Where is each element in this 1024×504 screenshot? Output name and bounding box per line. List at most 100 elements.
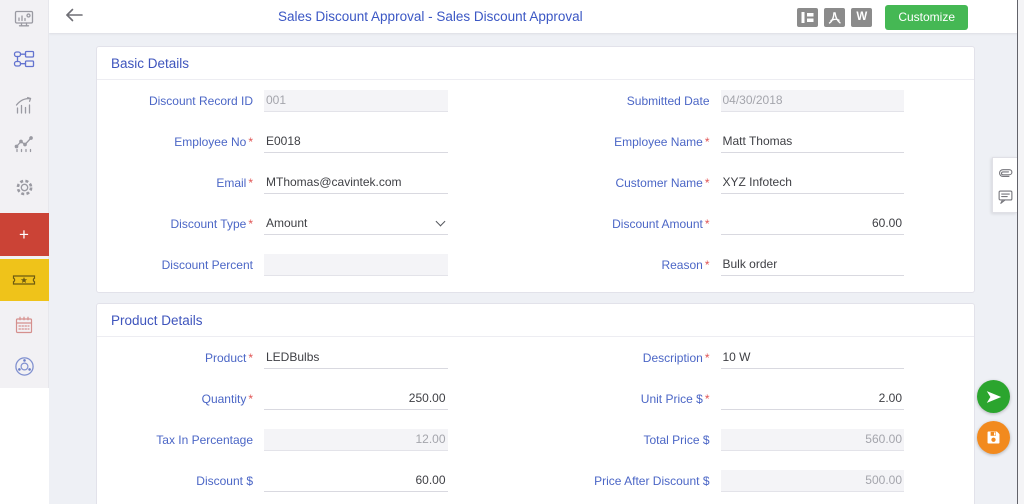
reason-field: Reason * (558, 252, 904, 276)
submitted-date-field: Submitted Date (558, 88, 904, 112)
basic-details-grid: Discount Record ID Submitted Date Employ… (97, 80, 974, 292)
discount-record-id-field: Discount Record ID (101, 88, 448, 112)
description-field: Description * (558, 345, 904, 369)
sidebar: + (0, 0, 49, 504)
product-details-grid: Product* Description* Quantity* Unit Pri… (97, 337, 974, 504)
employee-no-field: Employee No * (101, 129, 448, 153)
discount-percent-field: Discount Percent (101, 252, 448, 276)
pdf-export-button[interactable] (824, 8, 846, 27)
required-marker: * (248, 217, 253, 231)
employee-name-input[interactable] (720, 131, 904, 153)
required-marker: * (248, 135, 253, 149)
attachment-button[interactable] (995, 164, 1015, 182)
employee-no-input[interactable] (264, 131, 448, 153)
section-title: Product Details (97, 304, 974, 337)
dashboard-monitor-icon[interactable] (0, 8, 49, 30)
required-marker: * (704, 217, 710, 231)
field-label: Customer Name * (615, 176, 710, 190)
discount-amount-input[interactable] (720, 213, 904, 235)
required-marker: * (704, 135, 710, 149)
discount-percent-input (264, 254, 448, 276)
field-label: Employee Name * (614, 135, 710, 149)
basic-details-section: Basic Details Discount Record ID Submitt… (96, 46, 975, 293)
workflow-process-icon[interactable] (0, 48, 49, 70)
description-input[interactable] (720, 347, 904, 369)
tax-in-percentage-field: Tax In Percentage (101, 427, 448, 451)
field-label: Total Price $ (643, 433, 710, 447)
ticket-star-icon (12, 275, 36, 285)
paperclip-icon (998, 168, 1012, 177)
growth-chart-icon[interactable] (0, 94, 49, 116)
sidebar-icon-strip: + (0, 0, 49, 388)
analytics-icon[interactable] (0, 133, 49, 155)
field-label: Discount Type * (170, 217, 254, 231)
email-field: Email * (101, 170, 448, 194)
scrollbar[interactable] (1017, 0, 1024, 504)
word-icon: W (856, 10, 868, 23)
required-marker: * (704, 351, 710, 365)
field-label: Submitted Date (626, 94, 710, 108)
required-marker: * (704, 176, 710, 190)
product-field: Product * (101, 345, 448, 369)
required-marker: * (248, 351, 253, 365)
customize-button[interactable]: Customize (885, 5, 968, 30)
employee-name-field: Employee Name * (558, 129, 904, 153)
field-label: Employee No * (174, 135, 253, 149)
total-price-field: Total Price $ (558, 427, 904, 451)
field-label: Description * (642, 351, 710, 365)
customer-name-field: Customer Name * (558, 170, 904, 194)
discount-record-id-input (264, 90, 448, 112)
total-price-input (720, 429, 904, 451)
settings-gear-icon[interactable] (0, 176, 49, 198)
required-marker: * (248, 392, 253, 406)
quantity-input[interactable] (264, 388, 448, 410)
field-label: Quantity * (201, 392, 253, 406)
submit-button[interactable] (977, 380, 1010, 413)
field-label: Email * (216, 176, 253, 190)
coupon-ticket-button[interactable] (0, 259, 49, 301)
page-title: Sales Discount Approval - Sales Discount… (278, 9, 583, 24)
required-marker: * (704, 258, 710, 272)
field-label: Discount Record ID (148, 94, 253, 108)
save-floppy-icon (987, 431, 1000, 444)
tax-in-percentage-input (264, 429, 448, 451)
tree-view-button[interactable] (797, 8, 819, 27)
discount-type-select[interactable] (264, 213, 448, 235)
product-input[interactable] (264, 347, 448, 369)
comments-button[interactable] (995, 188, 1015, 206)
support-hub-icon[interactable] (0, 354, 49, 378)
send-icon (986, 390, 1001, 403)
field-label: Unit Price $ * (640, 392, 710, 406)
plus-icon: + (19, 224, 29, 244)
field-label: Reason * (661, 258, 710, 272)
comment-icon (998, 190, 1012, 204)
reason-input[interactable] (720, 254, 904, 276)
field-label: Tax In Percentage (156, 433, 253, 447)
header-actions: W Customize (797, 5, 968, 30)
word-export-button[interactable]: W (851, 8, 873, 27)
back-button[interactable] (62, 6, 86, 27)
section-title: Basic Details (97, 47, 974, 80)
tree-view-icon (801, 12, 814, 23)
price-after-discount-input (720, 470, 904, 492)
pdf-icon (829, 11, 842, 24)
field-label: Discount $ (196, 474, 253, 488)
quantity-field: Quantity * (101, 386, 448, 410)
field-label: Discount Percent (161, 258, 253, 272)
calendar-icon[interactable] (0, 314, 49, 336)
field-label: Discount Amount * (612, 217, 710, 231)
unit-price-input[interactable] (720, 388, 904, 410)
top-bar: Sales Discount Approval - Sales Discount… (49, 0, 1024, 33)
required-marker: * (248, 176, 253, 190)
discount-amount-field: Discount Amount * (558, 211, 904, 235)
email-input[interactable] (264, 172, 448, 194)
form-area: Basic Details Discount Record ID Submitt… (49, 33, 1016, 504)
required-marker: * (704, 392, 710, 406)
submitted-date-input (720, 90, 904, 112)
save-button[interactable] (977, 421, 1010, 454)
new-request-button[interactable]: + (0, 213, 49, 256)
customer-name-input[interactable] (720, 172, 904, 194)
discount-dollar-input[interactable] (264, 470, 448, 492)
price-after-discount-field: Price After Discount $ (558, 468, 904, 492)
field-label: Price After Discount $ (594, 474, 710, 488)
